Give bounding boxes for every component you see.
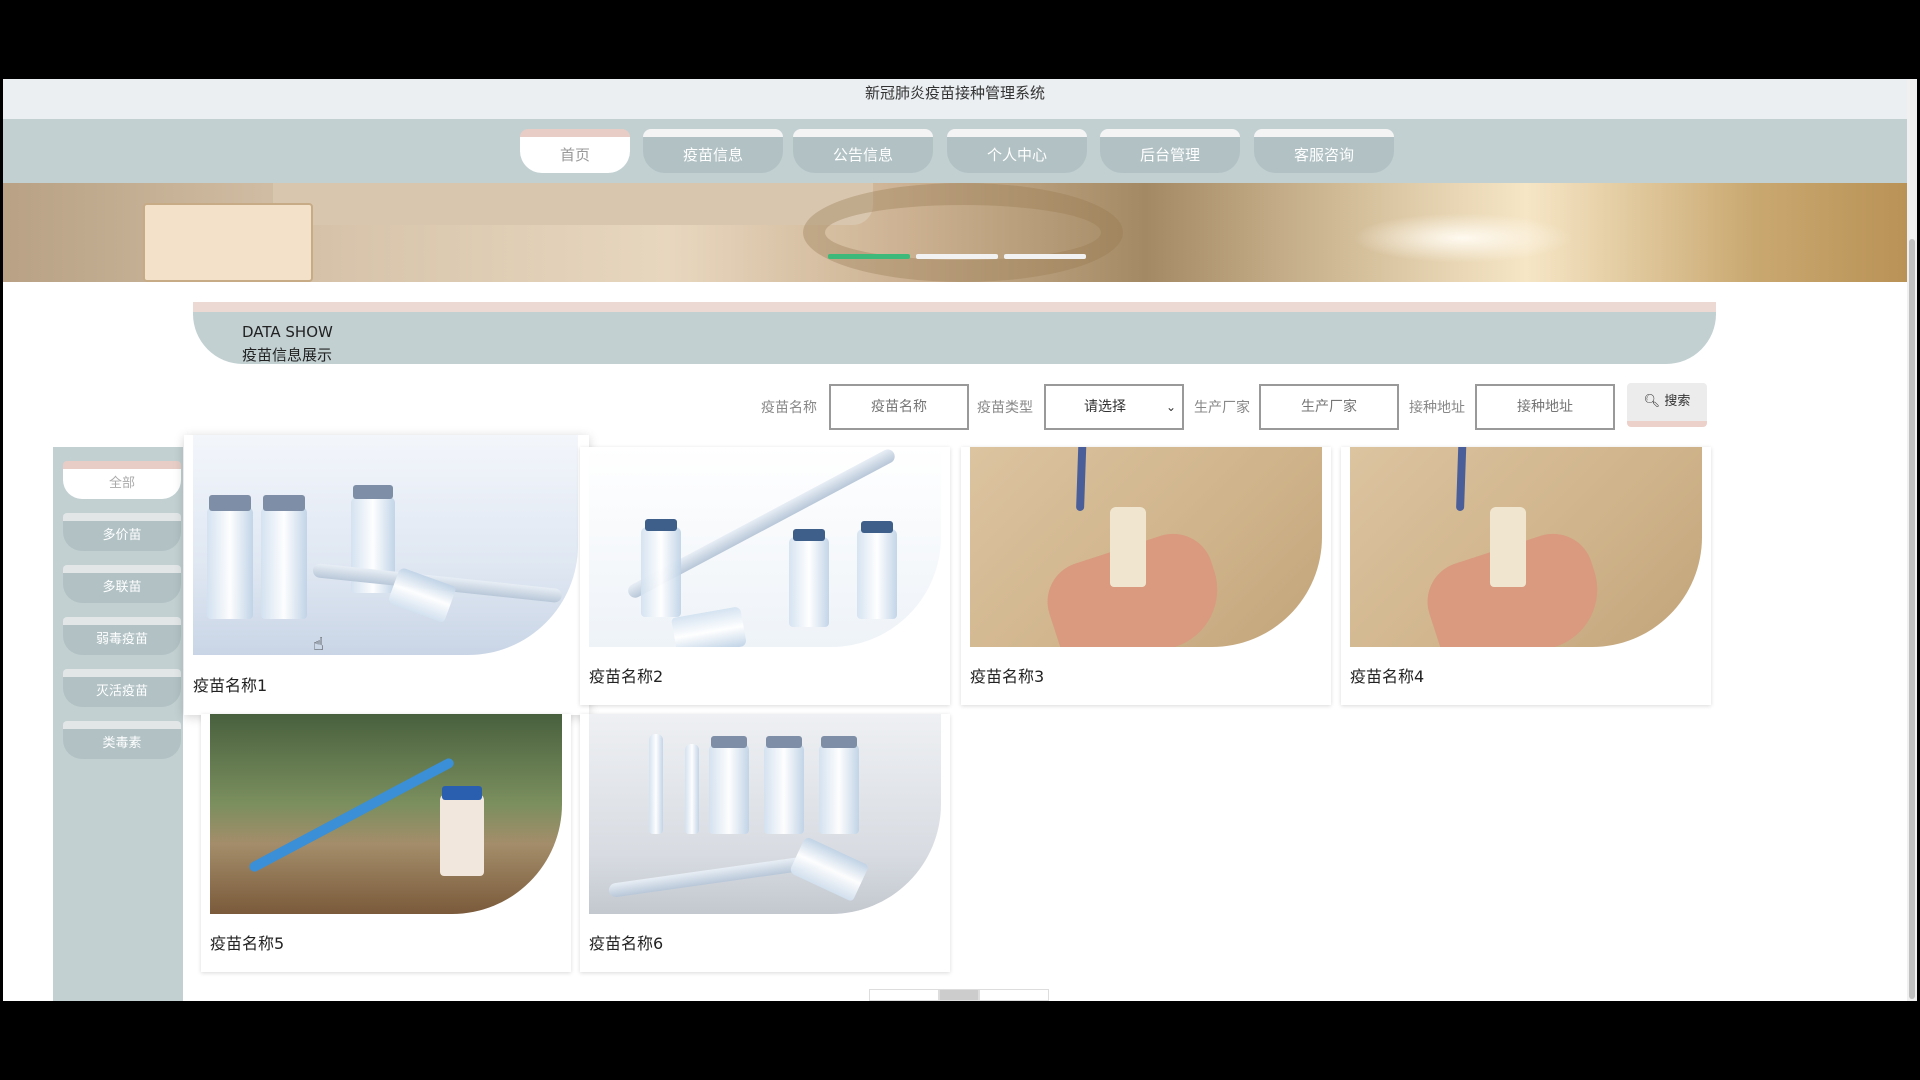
nav-home[interactable]: 首页 [520,129,630,173]
vaccine-name-input[interactable] [829,384,969,430]
vaccine-card[interactable]: 疫苗名称3 [961,447,1331,705]
browser-viewport: 新冠肺炎疫苗接种管理系统 首页 疫苗信息 公告信息 个人中心 后台管理 客服咨询… [3,79,1917,1001]
nav-admin[interactable]: 后台管理 [1100,129,1240,173]
address-label: 接种地址 [1409,400,1465,416]
vaccine-card-name: 疫苗名称2 [589,667,664,686]
category-combination[interactable]: 多联苗 [63,565,181,603]
watermark-logo-icon [1455,997,1525,1001]
nav-vaccine-info[interactable]: 疫苗信息 [643,129,783,173]
vaccine-image [970,447,1322,647]
vaccine-type-select[interactable]: 请选择 ⌄ [1044,384,1184,430]
category-multivalent[interactable]: 多价苗 [63,513,181,551]
vaccine-card[interactable]: 疫苗名称1 [184,435,589,715]
banner-bed [273,183,873,225]
vaccine-card-name: 疫苗名称3 [970,667,1045,686]
vaccine-image [1350,447,1702,647]
scrollbar-thumb[interactable] [1909,239,1915,999]
vaccine-card[interactable]: 疫苗名称2 [580,447,950,705]
vaccine-type-value: 请选择 [1084,399,1126,415]
carousel-dot-2[interactable] [916,254,998,259]
pagination-prev[interactable] [869,989,939,1001]
vaccine-card-name: 疫苗名称6 [589,934,664,953]
chevron-down-icon: ⌄ [1165,400,1176,414]
category-inactivated[interactable]: 灭活疫苗 [63,669,181,707]
category-toxoid[interactable]: 类毒素 [63,721,181,759]
section-title-cn: 疫苗信息展示 [242,346,333,364]
section-title-en: DATA SHOW [242,323,333,341]
carousel-indicators [828,254,1086,259]
page-scrollbar[interactable] [1907,79,1917,1001]
manufacturer-input[interactable] [1259,384,1399,430]
search-button-label: 搜索 [1664,394,1691,409]
vaccine-card-name: 疫苗名称1 [193,676,268,695]
category-all[interactable]: 全部 [63,461,181,499]
manufacturer-label: 生产厂家 [1194,400,1250,416]
vaccine-image [589,714,941,914]
search-icon: 🔍︎ [1643,394,1661,409]
main-nav: 首页 疫苗信息 公告信息 个人中心 后台管理 客服咨询 [3,119,1907,183]
vaccine-image [589,447,941,647]
vaccine-card[interactable]: 疫苗名称6 [580,714,950,972]
banner-floor-pattern [803,183,1123,282]
section-header: DATA SHOW 疫苗信息展示 [193,302,1716,364]
vaccine-card-name: 疫苗名称5 [210,934,285,953]
pagination-next[interactable] [979,989,1049,1001]
banner-carousel[interactable] [3,183,1907,282]
pagination-current[interactable] [939,989,979,1001]
nav-personal-center[interactable]: 个人中心 [947,129,1087,173]
pagination [869,989,1049,1001]
vaccine-name-label: 疫苗名称 [761,400,817,416]
vaccine-type-label: 疫苗类型 [977,400,1033,416]
carousel-dot-1[interactable] [828,254,910,259]
address-input[interactable] [1475,384,1615,430]
category-sidebar: 全部 多价苗 多联苗 弱毒疫苗 灭活疫苗 类毒素 [53,447,183,1001]
category-attenuated[interactable]: 弱毒疫苗 [63,617,181,655]
vaccine-image [210,714,562,914]
nav-announcements[interactable]: 公告信息 [793,129,933,173]
vaccine-card[interactable]: 疫苗名称4 [1341,447,1711,705]
mouse-cursor-icon: ☝ [313,634,324,655]
site-title: 新冠肺炎疫苗接种管理系统 [3,79,1907,119]
vaccine-card[interactable]: 疫苗名称5 [201,714,571,972]
vaccine-card-name: 疫苗名称4 [1350,667,1425,686]
banner-nightstand [143,203,313,282]
banner-light [1353,213,1573,263]
search-button[interactable]: 🔍︎ 搜索 [1627,383,1707,427]
nav-customer-service[interactable]: 客服咨询 [1254,129,1394,173]
carousel-dot-3[interactable] [1004,254,1086,259]
vaccine-image [193,435,578,655]
